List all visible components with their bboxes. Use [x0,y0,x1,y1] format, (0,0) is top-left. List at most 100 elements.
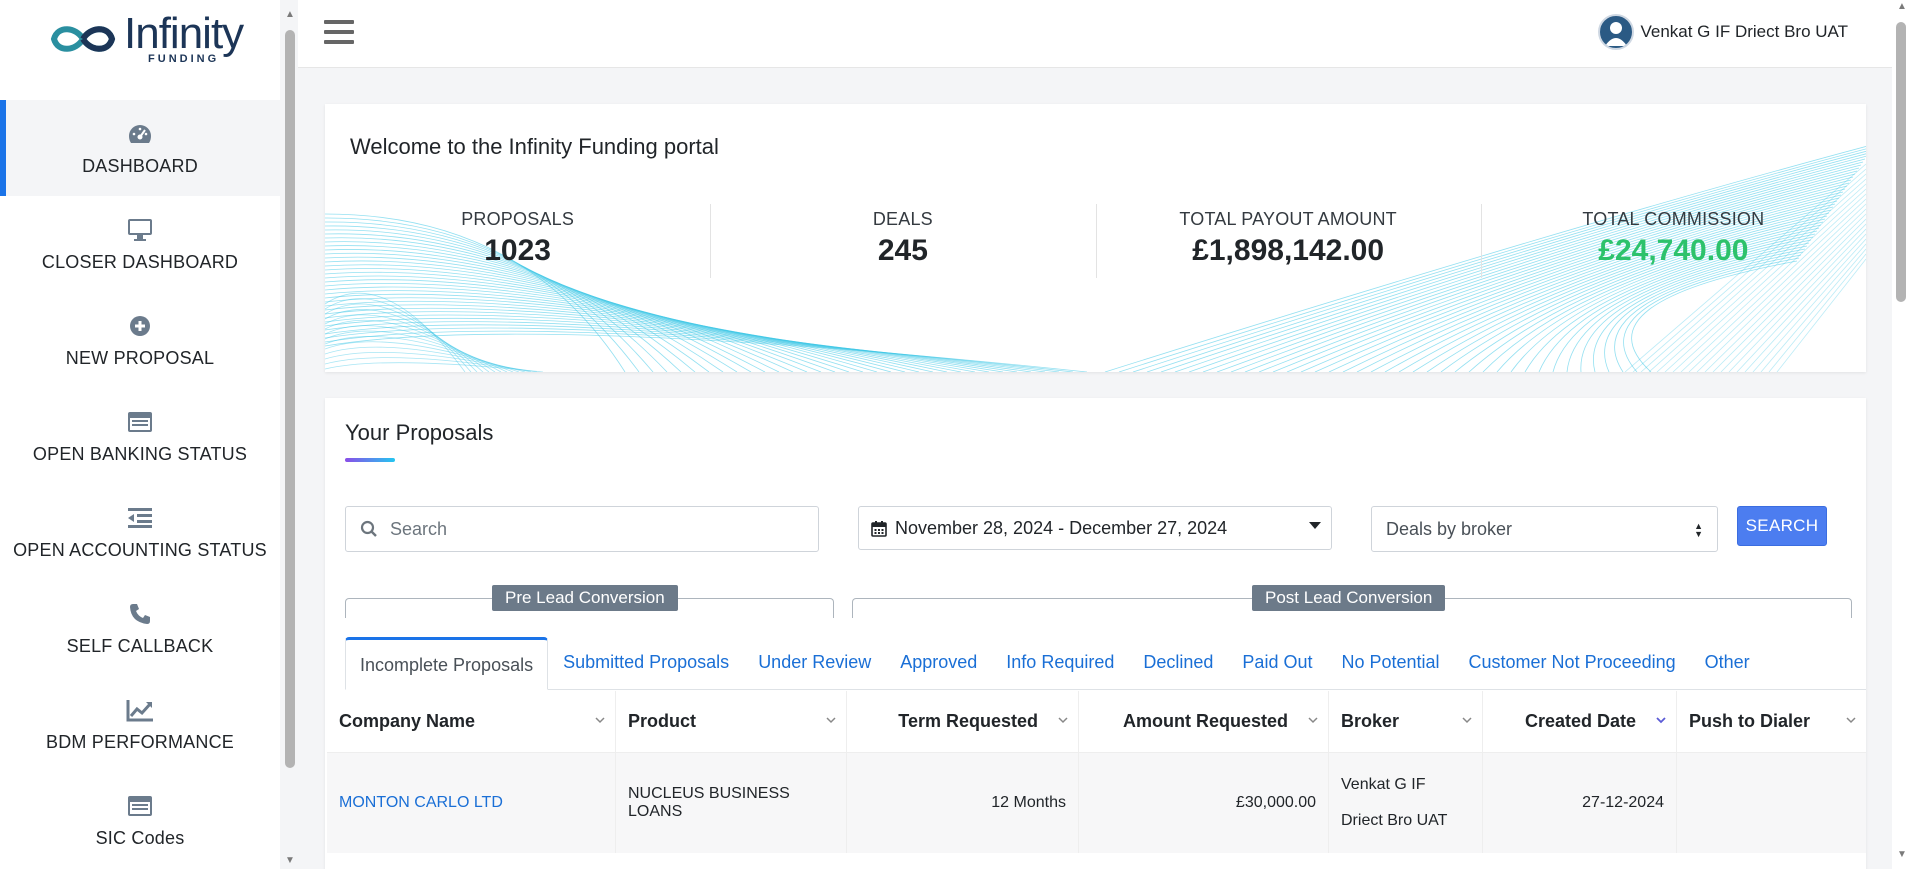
indent-list-icon [126,504,154,532]
column-label: Company Name [339,711,476,731]
scroll-down-icon[interactable]: ▼ [284,856,296,866]
stat-label: TOTAL COMMISSION [1582,209,1765,229]
sidebar-item-closer-dashboard[interactable]: CLOSER DASHBOARD [0,196,280,292]
cell-product: NUCLEUS BUSINESS LOANS [616,753,847,853]
sidebar-nav: DASHBOARD CLOSER DASHBOARD NEW PROPOSAL … [0,100,280,868]
user-menu[interactable]: Venkat G IF Driect Bro UAT [1598,14,1848,50]
chevron-down-icon[interactable] [1846,715,1856,725]
scroll-up-icon[interactable]: ▲ [1896,2,1908,12]
proposals-card: Your Proposals November 28, 2024 - Decem… [325,398,1866,869]
brand-name: Infinity [124,9,244,58]
brand-logo[interactable]: Infinity FUNDING [48,9,244,65]
group-label: Post Lead Conversion [1252,585,1446,611]
search-input[interactable] [390,518,790,540]
search-field[interactable] [345,506,819,552]
infinity-logo-icon [50,25,116,52]
chevron-down-icon[interactable] [1058,715,1068,725]
chevron-down-icon[interactable] [826,715,836,725]
tab-info-required[interactable]: Info Required [991,652,1128,689]
cell-created-date: 27-12-2024 [1483,753,1677,853]
chevron-down-icon[interactable] [1462,715,1472,725]
stat-label: TOTAL PAYOUT AMOUNT [1179,209,1397,229]
date-range-value: November 28, 2024 - December 27, 2024 [895,517,1228,538]
cell-broker: Venkat G IF Driect Bro UAT [1329,753,1483,853]
menu-toggle-button[interactable] [324,20,354,46]
select-arrows-icon: ▲ ▼ [1694,521,1703,539]
plus-circle-icon [126,312,154,340]
stat-total-payout: TOTAL PAYOUT AMOUNT £1,898,142.00 [1095,199,1481,289]
sidebar-item-label: BDM PERFORMANCE [45,731,234,752]
hamburger-icon [324,20,354,24]
column-label: Term Requested [898,711,1038,731]
stat-label: PROPOSALS [461,209,575,229]
sidebar-scrollbar[interactable]: ▲ ▼ [283,10,295,869]
cell-term: 12 Months [847,753,1079,853]
column-header-created-date[interactable]: Created Date [1483,691,1677,752]
stat-value: 245 [877,234,928,267]
table-header: Company Name Product Term Requested Amou… [327,691,1866,753]
date-range-picker[interactable]: November 28, 2024 - December 27, 2024 [858,506,1332,550]
column-header-amount-requested[interactable]: Amount Requested [1079,691,1329,752]
sidebar-item-sic-codes[interactable]: SIC Codes [0,772,280,868]
sidebar-item-open-banking-status[interactable]: OPEN BANKING STATUS [0,388,280,484]
sidebar-item-self-callback[interactable]: SELF CALLBACK [0,580,280,676]
tab-approved[interactable]: Approved [885,652,991,689]
page-scrollbar[interactable]: ▲ ▼ [1892,0,1910,869]
select-value: Deals by broker [1386,518,1513,539]
column-label: Created Date [1524,711,1636,731]
tab-submitted-proposals[interactable]: Submitted Proposals [548,652,743,689]
broker-line: Venkat G IF [1341,776,1426,793]
group-label: Pre Lead Conversion [492,585,678,611]
card-icon [126,792,154,820]
column-header-term-requested[interactable]: Term Requested [847,691,1079,752]
tab-no-potential[interactable]: No Potential [1326,652,1453,689]
sidebar-item-label: OPEN ACCOUNTING STATUS [13,539,267,560]
calendar-icon [871,520,887,537]
sidebar: Infinity FUNDING DASHBOARD CLOSER DASHBO… [0,0,280,869]
search-button[interactable]: SEARCH [1737,506,1827,546]
page-scroll-thumb[interactable] [1896,22,1906,302]
sidebar-item-label: SELF CALLBACK [66,635,214,656]
column-header-broker[interactable]: Broker [1329,691,1483,752]
proposals-table: Company Name Product Term Requested Amou… [327,691,1866,853]
wave-line [325,341,520,372]
column-header-company-name[interactable]: Company Name [327,691,616,752]
stat-value: 1023 [484,234,551,267]
stat-value: £24,740.00 [1598,234,1749,267]
post-lead-group: Post Lead Conversion [852,585,1852,618]
sort-desc-icon[interactable] [1656,715,1666,725]
phone-icon [126,600,154,628]
welcome-card: Welcome to the Infinity Funding portal P… [325,104,1866,372]
stat-proposals: PROPOSALS 1023 [325,199,710,289]
caret-down-icon [1309,522,1321,529]
stats-row: PROPOSALS 1023 DEALS 245 TOTAL PAYOUT AM… [325,199,1866,289]
tab-under-review[interactable]: Under Review [743,652,885,689]
tab-customer-not-proceeding[interactable]: Customer Not Proceeding [1454,652,1690,689]
cell-company-name[interactable]: MONTON CARLO LTD [327,753,616,853]
chevron-down-icon[interactable] [1308,715,1318,725]
title-underline [345,458,395,462]
tab-other[interactable]: Other [1690,652,1764,689]
sidebar-item-open-accounting-status[interactable]: OPEN ACCOUNTING STATUS [0,484,280,580]
sidebar-scroll-thumb[interactable] [285,30,295,768]
search-icon [360,520,377,537]
deals-filter-select[interactable]: Deals by broker ▲ ▼ [1371,506,1718,552]
sidebar-item-label: OPEN BANKING STATUS [32,443,248,464]
tab-incomplete-proposals[interactable]: Incomplete Proposals [345,637,549,690]
column-label: Broker [1341,711,1400,731]
stat-value: £1,898,142.00 [1192,234,1385,267]
sidebar-item-bdm-performance[interactable]: BDM PERFORMANCE [0,676,280,772]
scroll-up-icon[interactable]: ▲ [284,10,296,20]
welcome-title: Welcome to the Infinity Funding portal [350,134,719,159]
column-header-product[interactable]: Product [616,691,847,752]
sidebar-item-dashboard[interactable]: DASHBOARD [0,100,280,196]
stat-total-commission: TOTAL COMMISSION £24,740.00 [1480,199,1866,289]
table-row[interactable]: MONTON CARLO LTD NUCLEUS BUSINESS LOANS … [327,753,1866,853]
chevron-down-icon[interactable] [595,715,605,725]
cell-push-to-dialer[interactable] [1677,753,1866,853]
sidebar-item-new-proposal[interactable]: NEW PROPOSAL [0,292,280,388]
scroll-down-icon[interactable]: ▼ [1896,850,1908,860]
column-header-push-to-dialer[interactable]: Push to Dialer [1677,691,1866,752]
tab-declined[interactable]: Declined [1128,652,1227,689]
tab-paid-out[interactable]: Paid Out [1227,652,1326,689]
